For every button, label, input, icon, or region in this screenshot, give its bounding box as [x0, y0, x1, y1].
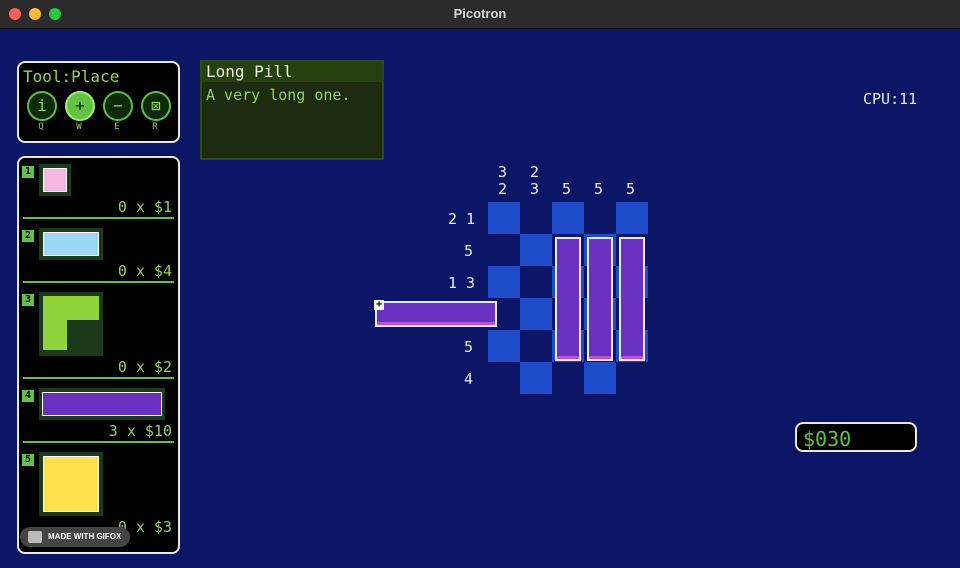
row-clue-2: 5	[464, 242, 474, 260]
tool-key-r: R	[152, 122, 158, 132]
slot-count-price: 0 x $1	[117, 198, 172, 216]
piece-info-title: Long Pill	[202, 62, 382, 82]
yellow-block-piece	[43, 456, 99, 512]
piece-info-description: A very long one.	[206, 86, 351, 104]
pink-square-piece	[43, 168, 67, 192]
col-clue-1-b: 2	[498, 180, 508, 198]
fox-logo-icon	[28, 531, 42, 543]
title-bar: Picotron	[0, 0, 960, 29]
grid-cell[interactable]	[520, 234, 552, 266]
grid-cell[interactable]	[552, 202, 584, 234]
game-screen: Tool:Place i + − ⊠ Q W E R 1 0 x $1 2 0 …	[0, 29, 960, 568]
slot-count-price: 3 x $10	[108, 422, 172, 440]
slot-number: 2	[22, 230, 34, 242]
inventory-panel: 1 0 x $1 2 0 x $4 3 0 x $2 4 3 x $10 5 0…	[17, 156, 180, 554]
grid-cell[interactable]	[520, 362, 552, 394]
grid-cell[interactable]	[584, 362, 616, 394]
slot-well	[39, 388, 165, 420]
row-clue-1: 2 1	[448, 210, 476, 228]
grid-cell[interactable]	[488, 266, 520, 298]
slot-well	[39, 452, 103, 516]
placed-long-pill[interactable]	[587, 237, 613, 361]
info-tool-button[interactable]: i	[27, 91, 57, 121]
slot-divider	[23, 441, 174, 443]
place-tool-button[interactable]: +	[65, 91, 95, 121]
placed-long-pill[interactable]	[555, 237, 581, 361]
grid-cell[interactable]	[488, 202, 520, 234]
slot-number: 1	[22, 166, 34, 178]
watermark-text: MADE WITH GIFOX	[48, 532, 122, 541]
slot-divider	[23, 217, 174, 219]
slot-well	[39, 292, 103, 356]
place-cursor-icon: +	[374, 299, 384, 310]
col-clue-1-a: 3	[498, 163, 508, 181]
remove-tool-button[interactable]: −	[103, 91, 133, 121]
tool-key-e: E	[114, 122, 120, 132]
slot-divider	[23, 281, 174, 283]
window-title: Picotron	[453, 6, 507, 21]
money-display: $030	[795, 422, 917, 452]
slot-divider	[23, 377, 174, 379]
row-clue-3: 1 3	[448, 274, 476, 292]
long-pill-piece	[42, 392, 162, 416]
row-clue-5: 5	[464, 338, 474, 356]
tool-key-w: W	[76, 122, 82, 132]
slot-count-price: 0 x $4	[117, 262, 172, 280]
tool-panel: Tool:Place i + − ⊠ Q W E R	[17, 61, 180, 143]
slot-well	[39, 164, 71, 196]
cpu-readout: CPU:11	[863, 90, 918, 108]
row-clue-6: 4	[464, 370, 474, 388]
tool-key-q: Q	[38, 122, 44, 132]
l-piece-stem	[43, 320, 67, 350]
gifox-watermark: MADE WITH GIFOX	[20, 527, 130, 547]
blue-bar-piece	[43, 232, 99, 256]
tool-label: Tool:Place	[23, 67, 120, 86]
grid-cell[interactable]	[488, 330, 520, 362]
piece-info-box: Long Pill A very long one.	[200, 60, 384, 160]
l-piece-top	[43, 296, 99, 320]
slot-count-price: 0 x $2	[117, 358, 172, 376]
col-clue-2-b: 3	[530, 180, 540, 198]
col-clue-5: 5	[626, 180, 636, 198]
grid-cell[interactable]	[520, 298, 552, 330]
held-long-pill[interactable]	[375, 301, 497, 327]
col-clue-2-a: 2	[530, 163, 540, 181]
slot-well	[39, 228, 103, 260]
slot-number: 4	[22, 390, 34, 402]
col-clue-4: 5	[594, 180, 604, 198]
col-clue-3: 5	[562, 180, 572, 198]
grid-cell[interactable]	[616, 202, 648, 234]
slot-number: 3	[22, 294, 34, 306]
placed-long-pill[interactable]	[619, 237, 645, 361]
cross-tool-button[interactable]: ⊠	[141, 91, 171, 121]
slot-number: 5	[22, 454, 34, 466]
